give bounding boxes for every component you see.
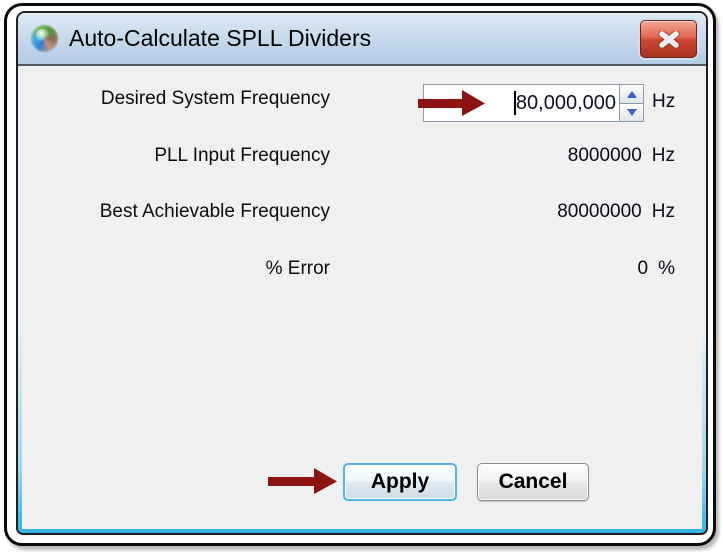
close-button[interactable] (640, 20, 697, 58)
best-achievable-frequency-unit: Hz (651, 201, 675, 222)
best-achievable-frequency-number: 80000000 (557, 201, 642, 222)
percent-error-value: 0% (638, 258, 675, 280)
apply-button[interactable]: Apply (343, 463, 457, 501)
spin-down-triangle-icon (626, 109, 637, 116)
pll-input-frequency-number: 8000000 (567, 145, 642, 166)
window-title: Auto-Calculate SPLL Dividers (69, 25, 372, 51)
percent-error-number: 0 (637, 258, 649, 279)
spin-up-triangle-icon (626, 90, 637, 98)
desired-frequency-value: 80,000,000 (515, 91, 616, 114)
desired-frequency-label: Desired System Frequency (100, 88, 330, 109)
best-achievable-frequency-label: Best Achievable Frequency (99, 201, 330, 222)
spinner-up-button[interactable] (619, 84, 644, 103)
annotation-arrow-apply-icon (268, 468, 337, 494)
close-x-icon (657, 30, 680, 48)
best-achievable-frequency-value: 80000000 Hz (557, 201, 675, 223)
desired-frequency-input[interactable]: 80,000,000 (423, 84, 620, 122)
dialog-body: Desired System Frequency PLL Input Frequ… (22, 69, 702, 529)
desired-frequency-unit: Hz (652, 91, 676, 112)
title-bar: Auto-Calculate SPLL Dividers (18, 13, 706, 66)
pll-input-frequency-label: PLL Input Frequency (154, 145, 330, 166)
pll-input-frequency-unit: Hz (651, 145, 675, 166)
cancel-button[interactable]: Cancel (477, 463, 589, 501)
app-logo-icon (31, 25, 58, 52)
frequency-spinner (619, 84, 644, 122)
dialog-window: Auto-Calculate SPLL Dividers Desired Sys… (16, 11, 708, 535)
spinner-down-button[interactable] (619, 103, 644, 122)
pll-input-frequency-value: 8000000 Hz (568, 145, 675, 167)
percent-error-unit: % (658, 258, 675, 279)
percent-error-label: % Error (265, 258, 330, 279)
window-frame: Desired System Frequency PLL Input Frequ… (18, 68, 706, 533)
